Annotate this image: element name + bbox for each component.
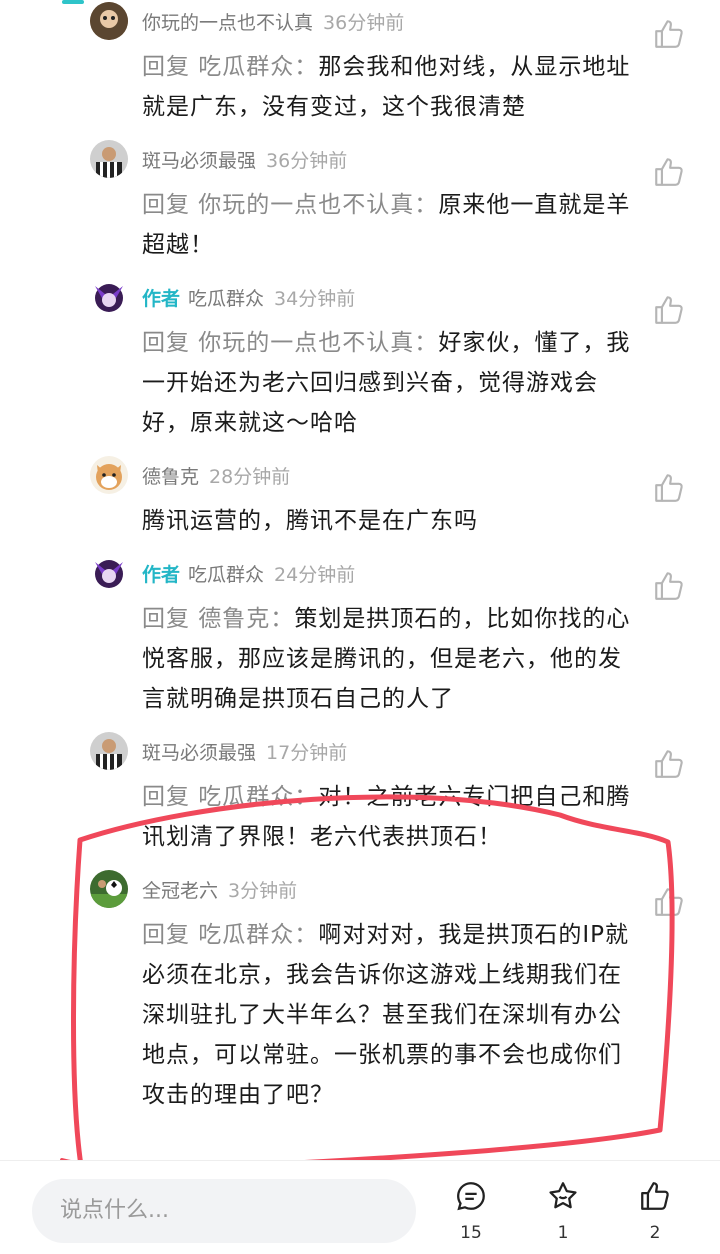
comment-time: 24分钟前 [274, 564, 356, 586]
thumbs-up-icon[interactable] [652, 747, 686, 781]
thumbs-up-icon[interactable] [652, 471, 686, 505]
comment-time: 28分钟前 [209, 466, 291, 488]
comment-meta: 你玩的一点也不认真 36分钟前 [142, 8, 404, 35]
comment-body[interactable]: 腾讯运营的，腾讯不是在广东吗 [142, 501, 632, 541]
thumbs-up-icon[interactable] [652, 293, 686, 327]
comment-author[interactable]: 德鲁克 [142, 466, 199, 488]
comment-body[interactable]: 回复 德鲁克：策划是拱顶石的，比如你找的心悦客服，那应该是腾讯的，但是老六，他的… [142, 599, 632, 719]
thumbs-up-icon[interactable] [652, 17, 686, 51]
avatar[interactable] [90, 140, 128, 178]
author-badge: 作者 [142, 564, 181, 586]
like-count: 2 [649, 1223, 661, 1243]
comment-input[interactable]: 说点什么... [32, 1179, 416, 1243]
thumbs-up-icon[interactable] [652, 885, 686, 919]
comment-author[interactable]: 斑马必须最强 [142, 742, 256, 764]
avatar[interactable] [90, 2, 128, 40]
reply-prefix: 回复 你玩的一点也不认真： [142, 330, 439, 356]
comment-time: 36分钟前 [323, 12, 405, 34]
reply-prefix: 回复 你玩的一点也不认真： [142, 192, 439, 218]
reply-prefix: 回复 吃瓜群众： [142, 54, 319, 80]
comment-time: 34分钟前 [274, 288, 356, 310]
avatar[interactable] [90, 456, 128, 494]
comment-time: 17分钟前 [266, 742, 348, 764]
comment-author[interactable]: 斑马必须最强 [142, 150, 256, 172]
comment-time: 3分钟前 [228, 880, 298, 902]
favorite-count: 1 [557, 1223, 569, 1243]
comment-author[interactable]: 全冠老六 [142, 880, 218, 902]
favorite-button[interactable]: 1 [538, 1179, 588, 1249]
thumbs-up-icon[interactable] [652, 569, 686, 603]
comment-body[interactable]: 回复 吃瓜群众：那会我和他对线，从显示地址就是广东，没有变过，这个我很清楚 [142, 47, 632, 127]
active-tab-indicator [62, 0, 84, 4]
comment-meta: 德鲁克 28分钟前 [142, 462, 290, 489]
avatar[interactable] [90, 554, 128, 592]
reply-prefix: 回复 德鲁克： [142, 606, 295, 632]
avatar[interactable] [90, 278, 128, 316]
thumbs-up-icon [641, 1182, 669, 1210]
thumbs-up-icon[interactable] [652, 155, 686, 189]
comment-body[interactable]: 回复 吃瓜群众：啊对对对，我是拱顶石的IP就必须在北京，我会告诉你这游戏上线期我… [142, 915, 632, 1115]
comment-meta: 斑马必须最强 17分钟前 [142, 738, 347, 765]
comment-text: 啊对对对，我是拱顶石的IP就必须在北京，我会告诉你这游戏上线期我们在深圳驻扎了大… [142, 922, 629, 1108]
comment-author[interactable]: 吃瓜群众 [188, 564, 264, 586]
comment-body[interactable]: 回复 你玩的一点也不认真：好家伙，懂了，我一开始还为老六回归感到兴奋，觉得游戏会… [142, 323, 632, 443]
author-badge: 作者 [142, 288, 181, 310]
comment-count: 15 [460, 1223, 482, 1243]
like-button[interactable]: 2 [630, 1179, 680, 1249]
comment-icon [457, 1182, 485, 1211]
avatar[interactable] [90, 732, 128, 770]
star-icon [549, 1182, 577, 1209]
comment-meta: 全冠老六 3分钟前 [142, 876, 297, 903]
comment-time: 36分钟前 [266, 150, 348, 172]
reply-prefix: 回复 吃瓜群众： [142, 784, 319, 810]
comment-body[interactable]: 回复 吃瓜群众：对！之前老六专门把自己和腾讯划清了界限！老六代表拱顶石！ [142, 777, 632, 857]
comment-body[interactable]: 回复 你玩的一点也不认真：原来他一直就是羊超越！ [142, 185, 632, 265]
comment-author[interactable]: 你玩的一点也不认真 [142, 12, 313, 34]
comment-text: 腾讯运营的，腾讯不是在广东吗 [142, 508, 478, 534]
comment-meta: 斑马必须最强 36分钟前 [142, 146, 347, 173]
comment-meta: 作者 吃瓜群众 34分钟前 [142, 284, 355, 311]
comment-button[interactable]: 15 [446, 1179, 496, 1249]
comment-meta: 作者 吃瓜群众 24分钟前 [142, 560, 355, 587]
comment-author[interactable]: 吃瓜群众 [188, 288, 264, 310]
avatar[interactable] [90, 870, 128, 908]
reply-prefix: 回复 吃瓜群众： [142, 922, 319, 948]
bottom-action-bar: 说点什么... 15 1 2 [0, 1160, 720, 1254]
